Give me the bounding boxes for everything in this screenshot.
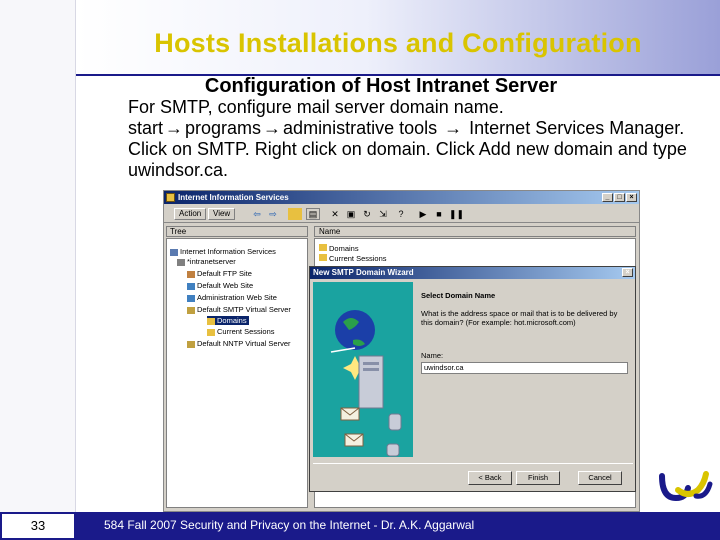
smtp-domain-wizard: New SMTP Domain Wizard × Select Domain N…: [309, 266, 636, 492]
tree-node[interactable]: Internet Information Services: [170, 247, 276, 256]
arrow-icon: →: [165, 118, 184, 138]
mailbox-icon: [388, 413, 402, 431]
tree-node[interactable]: Administration Web Site: [187, 293, 277, 302]
tree-node[interactable]: Default FTP Site: [187, 269, 252, 278]
wizard-title-bar: New SMTP Domain Wizard ×: [310, 267, 635, 279]
cancel-button[interactable]: Cancel: [578, 471, 622, 485]
delete-icon[interactable]: ✕: [328, 208, 342, 220]
computer-icon: [177, 258, 185, 266]
list-header[interactable]: Name: [314, 226, 636, 237]
university-logo: [659, 471, 713, 502]
iis-title-bar: Internet Information Services _ □ ×: [164, 191, 639, 204]
iis-icon: [166, 193, 175, 202]
wizard-description: What is the address space or mail that i…: [421, 309, 618, 327]
stop-icon[interactable]: ■: [432, 208, 446, 220]
help-icon[interactable]: ?: [394, 208, 408, 220]
slide: Hosts Installations and Configuration Co…: [0, 0, 720, 540]
caption-buttons: _ □ ×: [602, 193, 637, 202]
tree-node-selected[interactable]: Domains: [207, 316, 249, 325]
tree-node[interactable]: Default Web Site: [187, 281, 253, 290]
server-icon: [170, 248, 178, 256]
back-arrow-icon[interactable]: ⇦: [250, 208, 264, 220]
page-number: 33: [0, 512, 76, 540]
tree-node[interactable]: Default NNTP Virtual Server: [187, 339, 291, 348]
body-admin-tools: administrative tools: [283, 118, 438, 138]
properties-icon[interactable]: ▣: [344, 208, 358, 220]
finish-button[interactable]: Finish: [516, 471, 560, 485]
wizard-heading: Select Domain Name: [421, 291, 496, 300]
refresh-icon[interactable]: ↻: [360, 208, 374, 220]
body-line-1: For SMTP, configure mail server domain n…: [128, 97, 504, 117]
wizard-title: New SMTP Domain Wizard: [313, 268, 414, 277]
toolbar: Action View ⇦ ⇨ ▤ ✕ ▣ ↻ ⇲ ? ▶ ■ ❚❚: [164, 205, 639, 223]
back-button[interactable]: < Back: [468, 471, 512, 485]
ftp-icon: [187, 270, 195, 278]
slide-subtitle: Configuration of Host Intranet Server: [204, 75, 558, 97]
arrow-icon: →: [444, 118, 463, 138]
sessions-icon: [207, 328, 215, 336]
domains-icon: [207, 317, 215, 325]
tree-node[interactable]: *intranetserver: [177, 257, 236, 266]
mailbox-icon: [386, 443, 400, 457]
web-site-icon: [187, 282, 195, 290]
wizard-close-button[interactable]: ×: [622, 268, 633, 277]
pause-icon[interactable]: ❚❚: [448, 208, 464, 220]
minimize-button[interactable]: _: [602, 193, 613, 202]
wizard-illustration: [313, 282, 413, 457]
name-label: Name:: [421, 351, 444, 360]
tree-tab[interactable]: Tree: [166, 226, 308, 237]
footer-text: 584 Fall 2007 Security and Privacy on th…: [104, 518, 475, 532]
menu-action[interactable]: Action: [174, 208, 207, 220]
menu-view[interactable]: View: [208, 208, 236, 220]
tree-node[interactable]: Default SMTP Virtual Server: [187, 305, 291, 314]
body-line-2: start → programs → administrative tools → In…: [128, 118, 698, 181]
play-icon[interactable]: ▶: [416, 208, 430, 220]
domain-name-input[interactable]: uwindsor.ca: [421, 362, 628, 374]
sessions-icon: [319, 254, 327, 261]
tree-node[interactable]: Current Sessions: [207, 327, 275, 336]
show-tree-icon[interactable]: ▤: [306, 208, 320, 220]
body-start: start: [128, 118, 164, 138]
left-bar: [0, 0, 76, 540]
body-programs: programs: [185, 118, 262, 138]
web-site-icon: [187, 294, 195, 302]
iis-title: Internet Information Services: [178, 193, 289, 202]
slide-body: For SMTP, configure mail server domain n…: [128, 97, 698, 181]
nntp-icon: [187, 340, 195, 348]
up-folder-icon[interactable]: [288, 208, 302, 220]
list-item[interactable]: Current Sessions: [319, 254, 387, 263]
tree-panel: Internet Information Services *intranets…: [166, 238, 308, 508]
arrow-icon: →: [263, 118, 282, 138]
maximize-button[interactable]: □: [614, 193, 625, 202]
forward-arrow-icon[interactable]: ⇨: [266, 208, 280, 220]
close-button[interactable]: ×: [626, 193, 637, 202]
sparkle-line: [330, 347, 356, 353]
wizard-art-svg: [330, 310, 402, 457]
list-item[interactable]: Domains: [319, 244, 359, 253]
wizard-divider: [313, 463, 633, 464]
export-icon[interactable]: ⇲: [376, 208, 390, 220]
slide-title: Hosts Installations and Configuration: [154, 28, 642, 58]
smtp-icon: [187, 306, 195, 314]
domains-icon: [319, 244, 327, 251]
